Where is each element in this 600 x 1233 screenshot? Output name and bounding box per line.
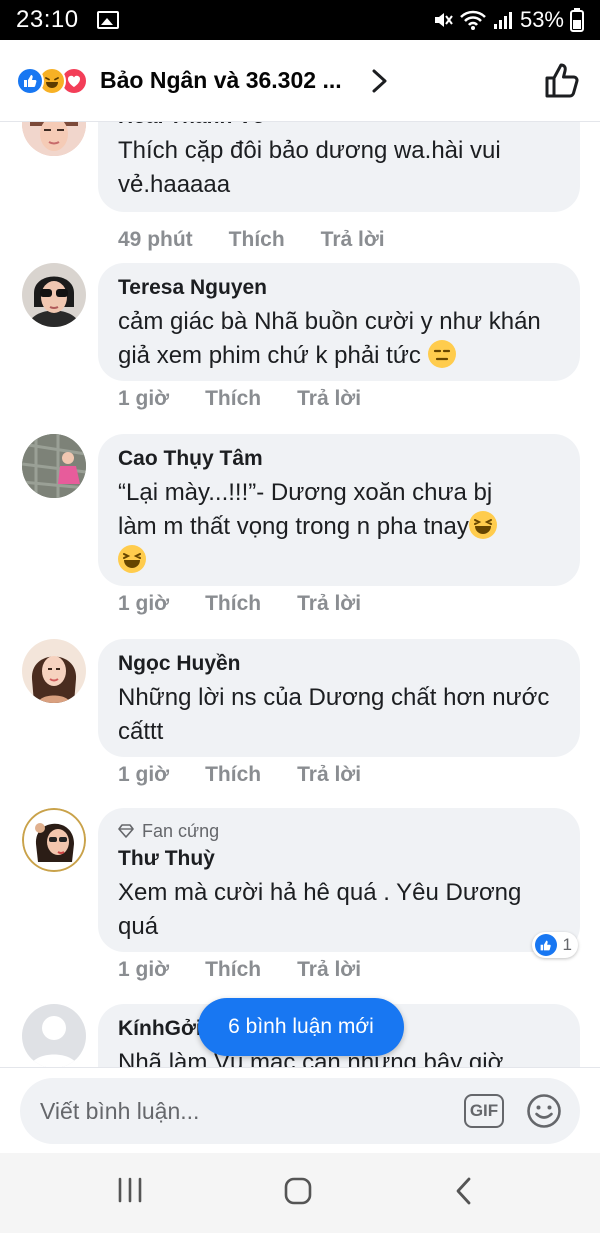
comment-reply-button[interactable]: Trả lời	[297, 763, 361, 787]
grinning-squinting-emoji-icon	[468, 511, 497, 539]
comment-bubble[interactable]: Cao Thụy Tâm “Lại mày...!!!”- Dương xoăn…	[98, 434, 580, 586]
comment-actions: 1 giờ Thích Trả lời	[118, 958, 397, 982]
new-comments-button[interactable]: 6 bình luận mới	[198, 998, 404, 1056]
home-button[interactable]	[282, 1175, 314, 1207]
fan-badge: Fan cứng	[118, 820, 560, 842]
system-navigation-bar	[0, 1153, 600, 1233]
status-indicators: 53%	[432, 7, 584, 33]
reactions-header: Bảo Ngân và 36.302 ...	[0, 40, 600, 122]
comment-author[interactable]: Teresa Nguyen	[118, 275, 560, 301]
comment-like-button[interactable]: Thích	[205, 958, 261, 982]
grinning-squinting-emoji-icon	[118, 545, 146, 573]
comment-actions: 1 giờ Thích Trả lời	[118, 387, 397, 411]
comment-text: Những lời ns của Dương chất hơn nước cất…	[118, 684, 550, 745]
avatar[interactable]	[22, 122, 86, 156]
battery-percent: 53%	[519, 7, 564, 32]
avatar[interactable]	[22, 639, 86, 703]
comment-like-button[interactable]: Thích	[205, 592, 261, 616]
comment-text-line: “Lại mày...!!!”- Dương xoăn chưa bj	[118, 479, 493, 506]
diamond-icon	[118, 824, 134, 838]
chevron-right-icon[interactable]	[370, 68, 390, 94]
comment-text: cảm giác bà Nhã buồn cười y như khán giả…	[118, 305, 560, 373]
comment-like-button[interactable]: Thích	[205, 763, 261, 787]
comment-timestamp: 1 giờ	[118, 592, 170, 615]
comment-text-line: làm m thất vọng trong n pha tnay	[118, 513, 469, 540]
comment-reaction-count[interactable]: 1	[531, 932, 578, 958]
status-time: 23:10	[16, 6, 79, 33]
gif-button[interactable]: GIF	[464, 1094, 504, 1128]
comment-author[interactable]: Ngọc Huyền	[118, 651, 560, 677]
back-button[interactable]	[452, 1175, 476, 1207]
comment-timestamp: 1 giờ	[118, 958, 170, 981]
mute-icon	[434, 13, 453, 27]
comment-reply-button[interactable]: Trả lời	[297, 958, 361, 982]
wifi-icon	[460, 10, 486, 30]
comment-actions: 1 giờ Thích Trả lời	[118, 592, 397, 616]
avatar[interactable]	[22, 434, 86, 498]
signal-icon	[493, 12, 512, 29]
comment-timestamp: 49 phút	[118, 228, 193, 251]
avatar[interactable]	[22, 263, 86, 327]
comment-input[interactable]: Viết bình luận... GIF	[20, 1078, 580, 1144]
home-icon	[284, 1177, 312, 1205]
thumbs-up-icon	[545, 63, 579, 97]
comment-composer: Viết bình luận... GIF	[0, 1067, 600, 1153]
comment-actions: 1 giờ Thích Trả lời	[118, 763, 397, 787]
back-icon	[456, 1177, 471, 1205]
reaction-summary[interactable]	[16, 66, 88, 95]
gallery-notification-icon	[96, 11, 119, 29]
comment-timestamp: 1 giờ	[118, 387, 170, 410]
like-reaction-icon	[534, 934, 557, 956]
comment-reply-button[interactable]: Trả lời	[297, 387, 361, 411]
reactions-summary-title[interactable]: Bảo Ngân và 36.302 ...	[100, 67, 342, 94]
recent-apps-icon	[118, 1177, 142, 1203]
comment-reply-button[interactable]: Trả lời	[297, 592, 361, 616]
status-bar: 23:10 53%	[0, 0, 600, 40]
comment-author[interactable]: Hoài Thanh Võ	[118, 122, 560, 130]
comment-bubble[interactable]: Hoài Thanh Võ Thích cặp đôi bảo dương wa…	[98, 122, 580, 212]
comment-like-button[interactable]: Thích	[229, 228, 285, 252]
like-post-button[interactable]	[544, 62, 582, 100]
default-avatar-icon	[22, 1004, 86, 1067]
comment-bubble[interactable]: Teresa Nguyen cảm giác bà Nhã buồn cười …	[98, 263, 580, 381]
comment-text-line-wrap	[118, 544, 560, 578]
comment-text-line-wrap: làm m thất vọng trong n pha tnay	[118, 510, 560, 544]
smiley-icon	[527, 1094, 561, 1128]
like-reaction-icon	[16, 66, 44, 95]
comment-text: Thích cặp đôi bảo dương wa.hài vui vẻ.ha…	[118, 137, 501, 198]
fan-badge-label: Fan cứng	[142, 821, 220, 841]
comment-list[interactable]: Hoài Thanh Võ Thích cặp đôi bảo dương wa…	[0, 122, 600, 1067]
emoji-picker-button[interactable]	[526, 1093, 562, 1129]
comment-author[interactable]: Thư Thuỳ	[118, 846, 560, 872]
avatar[interactable]	[22, 808, 86, 872]
comment-input-placeholder: Viết bình luận...	[40, 1097, 200, 1124]
comment-like-button[interactable]: Thích	[205, 387, 261, 411]
comment-bubble[interactable]: Ngọc Huyền Những lời ns của Dương chất h…	[98, 639, 580, 757]
comment-timestamp: 1 giờ	[118, 763, 170, 786]
reaction-count-value: 1	[562, 935, 572, 954]
battery-icon	[570, 8, 584, 32]
comment-text: “Lại mày...!!!”- Dương xoăn chưa bj làm …	[118, 476, 560, 578]
comment-actions: 49 phút Thích Trả lời	[118, 228, 421, 252]
comment-reply-button[interactable]: Trả lời	[321, 228, 385, 252]
expressionless-emoji-icon	[427, 340, 456, 368]
comment-author[interactable]: Cao Thụy Tâm	[118, 446, 560, 472]
comment-text: Xem mà cười hả hê quá . Yêu Dương quá	[118, 879, 522, 940]
comment-text-content: cảm giác bà Nhã buồn cười y như khán giả…	[118, 308, 541, 369]
recent-apps-button[interactable]	[116, 1175, 144, 1205]
avatar[interactable]	[22, 1004, 86, 1067]
comment-bubble[interactable]: Fan cứng Thư Thuỳ Xem mà cười hả hê quá …	[98, 808, 580, 952]
